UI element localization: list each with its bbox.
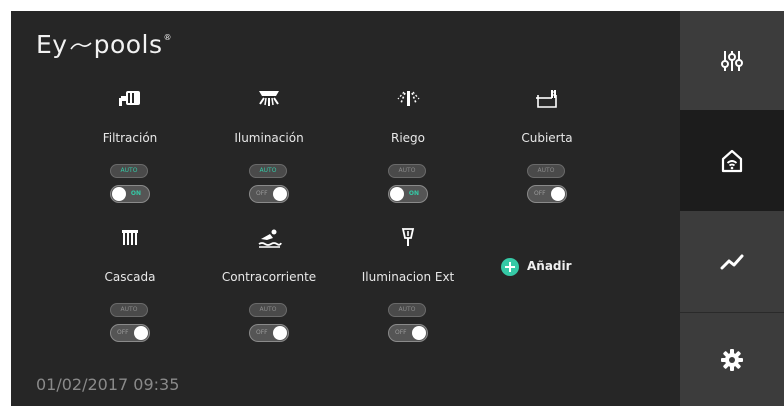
sidebar-item-settings[interactable]	[680, 312, 784, 406]
power-toggle[interactable]: ON	[110, 185, 150, 203]
toggle-label: OFF	[117, 329, 129, 336]
device-label: Cubierta	[521, 131, 573, 145]
auto-mode-button[interactable]: AUTO	[249, 164, 287, 178]
trend-icon	[720, 254, 744, 269]
toggle-label: OFF	[395, 329, 407, 336]
pool-control-screen: Ey pools® Filtración AUTO ON Iluminación…	[11, 11, 784, 406]
power-toggle[interactable]: OFF	[388, 324, 428, 342]
device-label: Riego	[390, 131, 425, 145]
current-datetime: 01/02/2017 09:35	[36, 375, 180, 394]
device-label: Cascada	[104, 270, 156, 284]
pool-cover-icon	[536, 90, 557, 108]
power-toggle[interactable]: OFF	[110, 324, 150, 342]
pump-icon	[119, 91, 140, 106]
device-label: Contracorriente	[221, 270, 317, 284]
add-device-label: Añadir	[527, 259, 572, 273]
swimmer-icon	[258, 229, 282, 248]
auto-mode-button[interactable]: AUTO	[388, 303, 426, 317]
light-icon	[259, 91, 279, 106]
power-toggle[interactable]: OFF	[527, 185, 567, 203]
sliders-icon	[721, 50, 743, 71]
toggle-knob	[112, 187, 126, 201]
irrigation-icon	[397, 91, 420, 106]
toggle-knob	[273, 187, 287, 201]
toggle-label: ON	[130, 190, 141, 197]
logo-text-right: pools	[93, 30, 163, 59]
auto-mode-button[interactable]: AUTO	[388, 164, 426, 178]
sidebar-item-statistics[interactable]	[680, 211, 784, 312]
main-panel: Ey pools® Filtración AUTO ON Iluminación…	[11, 11, 680, 406]
gear-icon	[721, 348, 743, 371]
auto-mode-button[interactable]: AUTO	[249, 303, 287, 317]
auto-mode-button[interactable]: AUTO	[527, 164, 565, 178]
registered-mark: ®	[163, 33, 173, 42]
device-label: Iluminación	[234, 131, 304, 145]
power-toggle[interactable]: OFF	[249, 324, 289, 342]
toggle-knob	[412, 326, 426, 340]
sidebar-nav	[680, 11, 784, 406]
toggle-label: OFF	[534, 190, 546, 197]
auto-mode-button[interactable]: AUTO	[110, 303, 148, 317]
power-toggle[interactable]: ON	[388, 185, 428, 203]
toggle-knob	[390, 187, 404, 201]
toggle-label: ON	[408, 190, 419, 197]
device-label: Iluminacion Ext	[361, 270, 455, 284]
toggle-label: OFF	[256, 329, 268, 336]
power-toggle[interactable]: OFF	[249, 185, 289, 203]
auto-mode-button[interactable]: AUTO	[110, 164, 148, 178]
brand-logo: Ey pools®	[36, 30, 172, 59]
toggle-knob	[134, 326, 148, 340]
toggle-knob	[273, 326, 287, 340]
sidebar-item-home[interactable]	[680, 110, 784, 211]
waterfall-icon	[122, 230, 138, 245]
home-wifi-icon	[721, 149, 743, 172]
logo-wave-icon	[69, 42, 92, 50]
logo-text-left: Ey	[36, 30, 68, 59]
toggle-label: OFF	[256, 190, 268, 197]
sidebar-item-settings-sliders[interactable]	[680, 11, 784, 110]
garden-lamp-icon	[401, 228, 415, 246]
toggle-knob	[551, 187, 565, 201]
plus-circle-icon	[501, 258, 519, 276]
device-label: Filtración	[102, 131, 158, 145]
